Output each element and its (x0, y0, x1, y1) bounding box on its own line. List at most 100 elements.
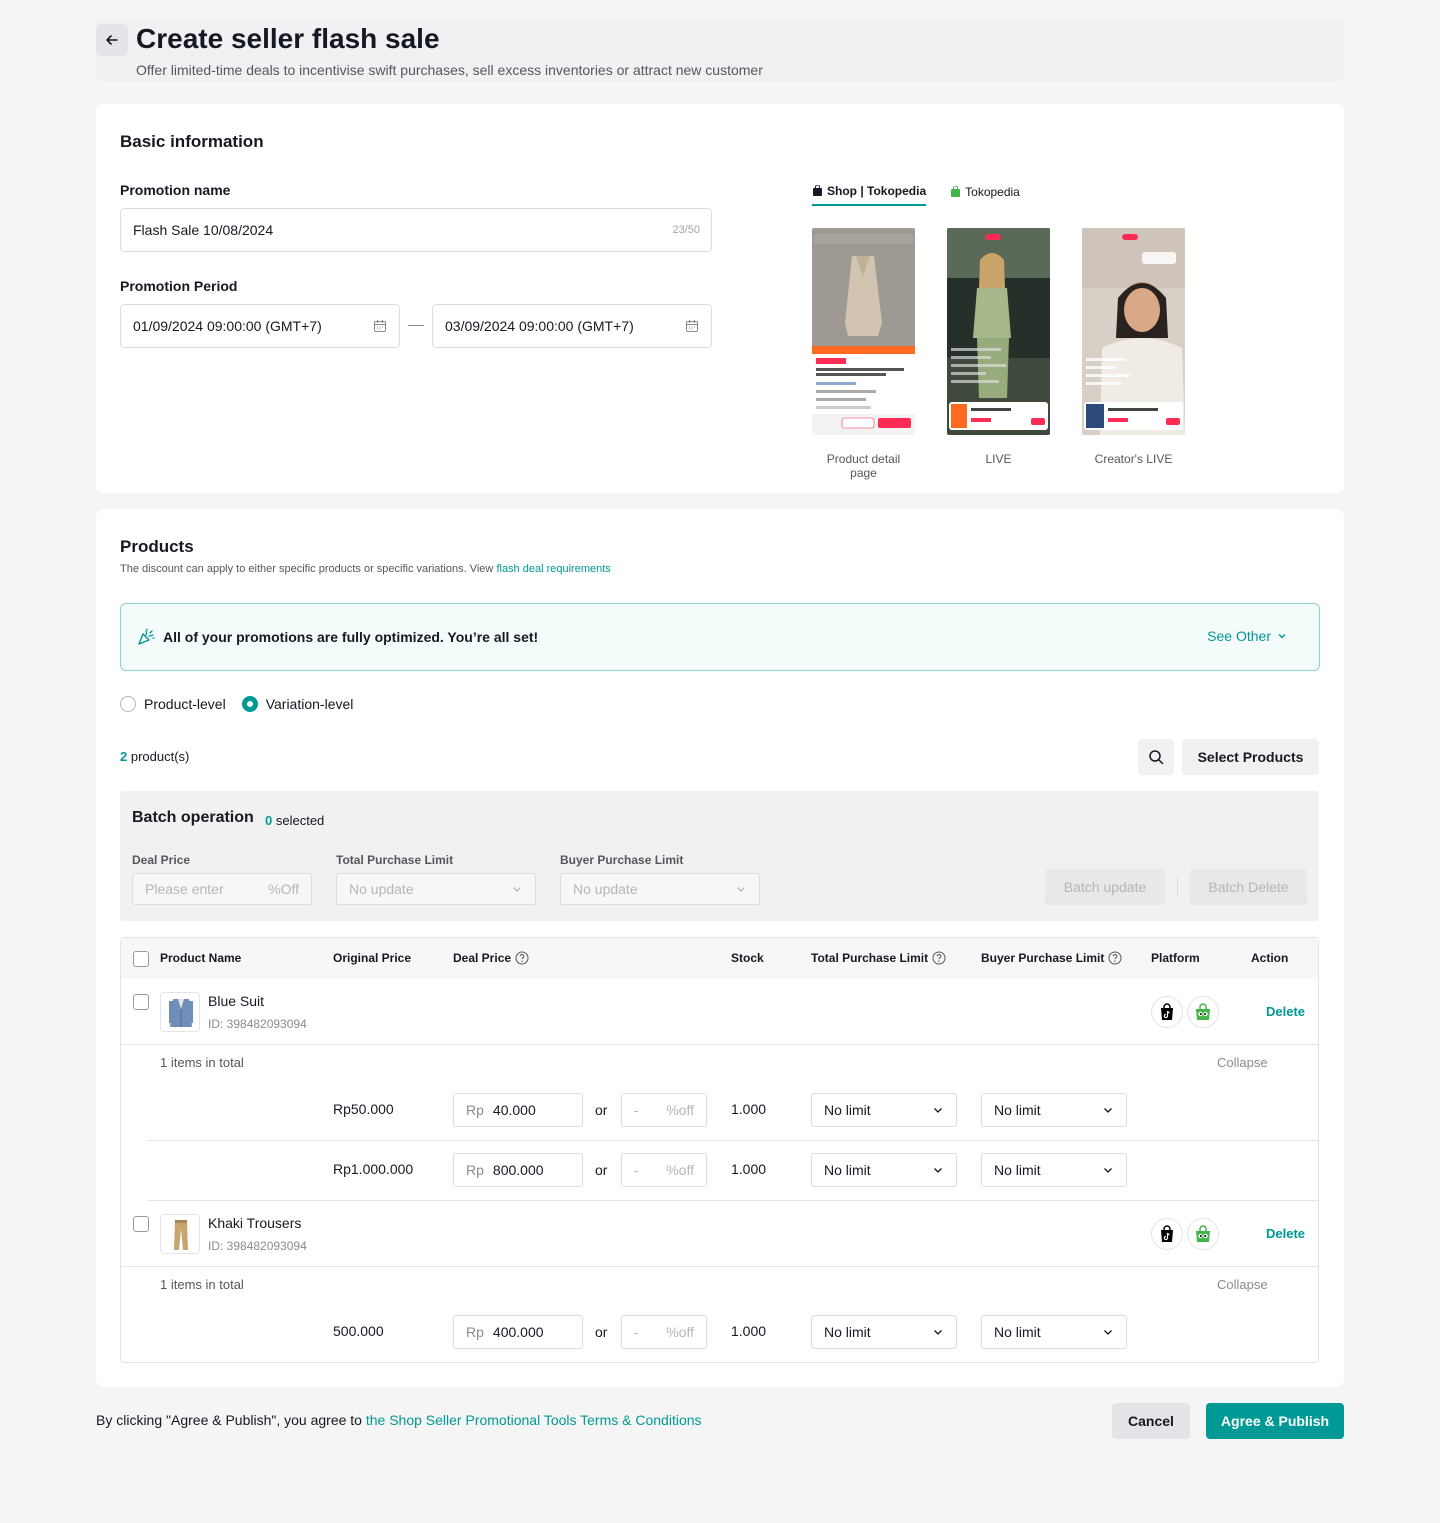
table-header: Product Name Original Price Deal Price S… (121, 938, 1318, 979)
collapse-button[interactable]: Collapse (1217, 1055, 1268, 1070)
delete-product-button[interactable]: Delete (1266, 1226, 1305, 1241)
tokopedia-icon (951, 186, 961, 197)
product-count: 2 product(s) (120, 749, 190, 764)
chevron-down-icon (1104, 1168, 1112, 1173)
collapse-button[interactable]: Collapse (1217, 1277, 1268, 1292)
agree-publish-button[interactable]: Agree & Publish (1206, 1403, 1344, 1439)
tab-tokopedia[interactable]: Tokopedia (950, 184, 1020, 206)
help-icon[interactable] (1108, 951, 1122, 965)
end-date-input[interactable]: 03/09/2024 09:00:00 (GMT+7) (432, 304, 712, 348)
select-products-button[interactable]: Select Products (1182, 739, 1319, 775)
back-button[interactable] (96, 24, 128, 56)
batch-update-button[interactable]: Batch update (1045, 869, 1165, 905)
percent-off-input[interactable]: - %off (621, 1315, 707, 1349)
chevron-down-icon (513, 887, 521, 892)
stock-value: 1.000 (731, 1161, 767, 1177)
percent-off-input[interactable]: - %off (621, 1153, 707, 1187)
start-date-input[interactable]: 01/09/2024 09:00:00 (GMT+7) (120, 304, 400, 348)
batch-buyer-limit-select[interactable]: No update (560, 873, 760, 905)
deal-price-input[interactable]: Rp 400.000 (453, 1315, 583, 1349)
deal-price-input[interactable]: Rp 40.000 (453, 1093, 583, 1127)
cancel-button[interactable]: Cancel (1112, 1403, 1190, 1439)
batch-delete-button[interactable]: Batch Delete (1190, 869, 1307, 905)
radio-variation-level[interactable]: Variation-level (241, 696, 353, 712)
products-description: The discount can apply to either specifi… (120, 563, 611, 575)
terms-text: By clicking "Agree & Publish", you agree… (96, 1412, 702, 1428)
page-header: Create seller flash sale Offer limited-t… (96, 20, 1344, 82)
select-all-checkbox[interactable] (133, 951, 149, 967)
radio-circle-selected (241, 696, 258, 712)
product-checkbox[interactable] (133, 1216, 149, 1232)
preview-caption-product-detail: Product detail page (826, 452, 901, 480)
delete-product-button[interactable]: Delete (1266, 1004, 1305, 1019)
start-date-value: 01/09/2024 09:00:00 (GMT+7) (133, 318, 322, 334)
see-other-button[interactable]: See Other (1207, 628, 1287, 644)
header-deal-price: Deal Price (453, 951, 529, 965)
original-price: Rp1.000.000 (333, 1161, 414, 1177)
radio-circle (120, 696, 136, 712)
arrow-left-icon (106, 35, 118, 45)
total-limit-select[interactable]: No limit (811, 1315, 957, 1349)
discount-level-radio-group: Product-level Variation-level (120, 696, 353, 712)
flash-deal-requirements-link[interactable]: flash deal requirements (496, 563, 610, 575)
product-checkbox[interactable] (133, 994, 149, 1010)
preview-caption-creator-live: Creator's LIVE (1094, 452, 1173, 466)
chevron-down-icon (934, 1108, 942, 1113)
or-text: or (595, 1324, 608, 1340)
product-id: ID: 398482093094 (208, 1239, 307, 1253)
tiktok-shop-icon (1151, 996, 1183, 1028)
total-limit-select[interactable]: No limit (811, 1093, 957, 1127)
header-product-name: Product Name (160, 951, 242, 965)
batch-total-limit-select[interactable]: No update (336, 873, 536, 905)
products-card: Products The discount can apply to eithe… (96, 509, 1344, 1387)
original-price: 500.000 (333, 1323, 384, 1339)
header-action: Action (1251, 951, 1289, 965)
chevron-down-icon (934, 1168, 942, 1173)
promotion-name-label: Promotion name (120, 182, 231, 198)
buyer-limit-select[interactable]: No limit (981, 1093, 1127, 1127)
help-icon[interactable] (515, 951, 529, 965)
chevron-down-icon (1104, 1108, 1112, 1113)
radio-product-level[interactable]: Product-level (120, 696, 226, 712)
search-products-button[interactable] (1138, 739, 1174, 775)
batch-selected-count: 0 selected (265, 813, 325, 828)
or-text: or (595, 1102, 608, 1118)
tab-shop-tokopedia[interactable]: Shop | Tokopedia (812, 184, 927, 206)
calendar-icon (374, 320, 386, 332)
product-thumbnail-blue-suit (160, 992, 200, 1032)
items-total-text: 1 items in total (160, 1055, 244, 1070)
chevron-down-icon (1104, 1330, 1112, 1335)
help-icon[interactable] (932, 951, 946, 965)
page-subtitle: Offer limited-time deals to incentivise … (136, 62, 763, 78)
percent-off-input[interactable]: - %off (621, 1093, 707, 1127)
tokopedia-icon (1187, 996, 1219, 1028)
batch-operation-panel: Batch operation 0 selected Deal Price Pl… (120, 791, 1319, 921)
total-limit-select[interactable]: No limit (811, 1153, 957, 1187)
party-popper-icon (138, 628, 155, 645)
header-stock: Stock (731, 951, 764, 965)
items-total-text: 1 items in total (160, 1277, 244, 1292)
deal-price-input[interactable]: Rp 800.000 (453, 1153, 583, 1187)
preview-product-detail-image (812, 228, 915, 435)
promotion-name-counter: 23/50 (672, 224, 700, 236)
terms-link[interactable]: the Shop Seller Promotional Tools Terms … (366, 1412, 702, 1428)
calendar-icon (686, 320, 698, 332)
page-title: Create seller flash sale (136, 23, 440, 54)
variation-summary-row: 1 items in total Collapse (121, 1266, 1318, 1302)
or-text: or (595, 1162, 608, 1178)
promotion-name-value: Flash Sale 10/08/2024 (133, 222, 274, 238)
batch-deal-price-input[interactable]: Please enter %Off (132, 873, 312, 905)
basic-information-title: Basic information (120, 132, 264, 151)
preview-live-image (947, 228, 1050, 435)
variation-row: Rp1.000.000 Rp 800.000 or - %off 1.000 No … (121, 1140, 1318, 1200)
header-original-price: Original Price (333, 951, 412, 965)
variation-summary-row: 1 items in total Collapse (121, 1044, 1318, 1080)
promotion-name-input[interactable]: Flash Sale 10/08/2024 23/50 (120, 208, 712, 252)
buyer-limit-select[interactable]: No limit (981, 1315, 1127, 1349)
chevron-down-icon (1278, 634, 1286, 639)
product-id: ID: 398482093094 (208, 1017, 307, 1031)
buyer-limit-select[interactable]: No limit (981, 1153, 1127, 1187)
header-total-purchase-limit: Total Purchase Limit (811, 951, 946, 965)
products-table: Product Name Original Price Deal Price S… (120, 937, 1319, 1363)
chevron-down-icon (737, 887, 745, 892)
